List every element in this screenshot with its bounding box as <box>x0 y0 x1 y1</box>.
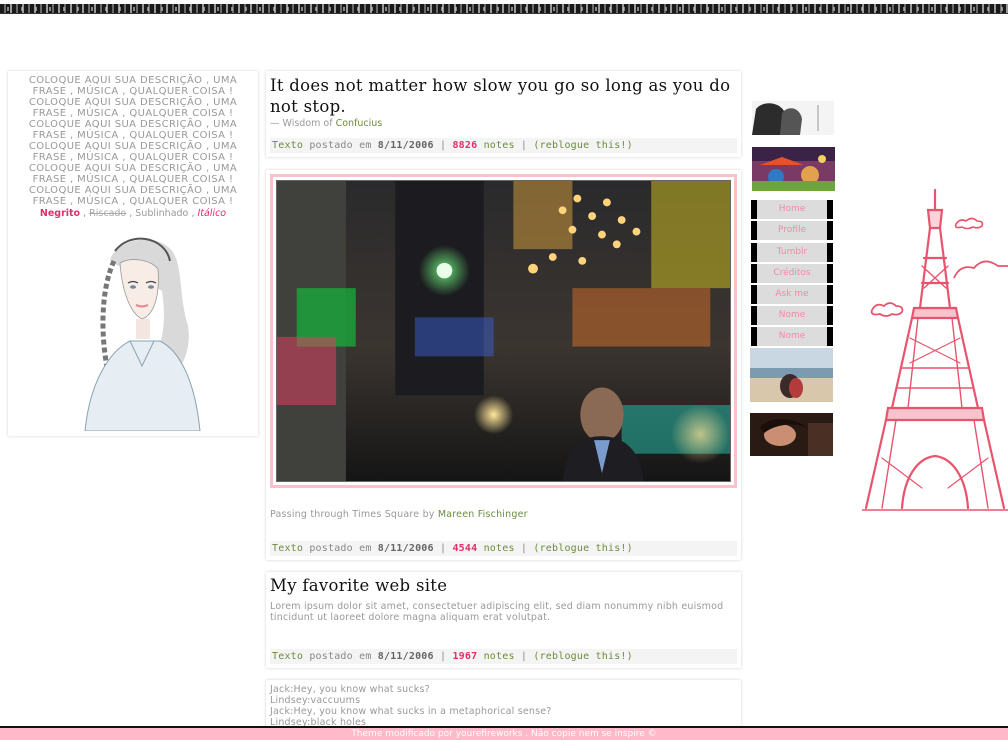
nav-item-creditos[interactable]: Créditos <box>751 264 833 283</box>
notes-count[interactable]: 4544 <box>452 543 477 554</box>
thumb-sleeping-girl[interactable] <box>750 413 833 456</box>
nav-item-nome-1[interactable]: Nome <box>751 306 833 325</box>
nav-item-tumblr[interactable]: Tumblr <box>751 243 833 262</box>
post-type-link[interactable]: Texto <box>272 543 303 554</box>
notes-count[interactable]: 8826 <box>452 140 477 151</box>
separator: , <box>80 208 90 219</box>
thumb-couple-bw[interactable] <box>752 101 834 135</box>
description-line: FRASE , MÚSICA , QUALQUER COISA ! <box>32 86 234 97</box>
notes-link[interactable]: notes <box>484 651 515 662</box>
notes-count[interactable]: 1967 <box>452 651 477 662</box>
nav-item-ask-me[interactable]: Ask me <box>751 285 833 304</box>
notes-link[interactable]: notes <box>484 543 515 554</box>
description-line: FRASE , MÚSICA , QUALQUER COISA ! <box>32 130 234 141</box>
caption-prefix: Passing through Times Square by <box>270 509 438 520</box>
post-meta: Texto postado em 8/11/2006 | 8826 notes … <box>270 138 737 153</box>
post-date: 8/11/2006 <box>377 543 434 554</box>
nav-item-profile[interactable]: Profile <box>751 221 833 240</box>
post-date: 8/11/2006 <box>377 651 434 662</box>
top-lace-border <box>0 4 1008 14</box>
strike-sample: Riscado <box>89 208 127 219</box>
photo-post: Passing through Times Square by Mareen F… <box>266 170 741 560</box>
post-meta: Texto postado em 8/11/2006 | 1967 notes … <box>270 649 737 664</box>
reblog-link[interactable]: (reblogue this!) <box>533 140 633 151</box>
chat-line: Lindsey:vaccuums <box>270 695 361 706</box>
description-line: FRASE , MÚSICA , QUALQUER COISA ! <box>32 196 234 207</box>
sidebar: COLOQUE AQUI SUA DESCRIÇÃO , UMA FRASE ,… <box>8 71 258 436</box>
quote-text: It does not matter how slow you go so lo… <box>270 76 731 116</box>
chat-line: Jack:Hey, you know what sucks in a metap… <box>270 706 552 717</box>
quote-source-prefix: — Wisdom of <box>270 118 336 129</box>
footer-credit: Theme modificado por yourefireworks . Nã… <box>0 726 1008 740</box>
description-line: FRASE , MÚSICA , QUALQUER COISA ! <box>32 174 234 185</box>
nav-item-home[interactable]: Home <box>751 200 833 219</box>
posted-label: postado em <box>303 651 378 662</box>
notes-link[interactable]: notes <box>484 140 515 151</box>
chat-line: Jack:Hey, you know what sucks? <box>270 684 430 695</box>
underline-sample: Sublinhado <box>135 208 189 219</box>
sidebar-description: COLOQUE AQUI SUA DESCRIÇÃO , UMA FRASE ,… <box>16 75 250 207</box>
description-line: COLOQUE AQUI SUA DESCRIÇÃO , UMA <box>28 97 238 108</box>
posted-label: postado em <box>303 140 378 151</box>
reblog-link[interactable]: (reblogue this!) <box>533 543 633 554</box>
separator: , <box>126 208 136 219</box>
quote-source: — Wisdom of Confucius <box>270 118 737 129</box>
post-date: 8/11/2006 <box>377 140 434 151</box>
chat-post: Jack:Hey, you know what sucks? Lindsey:v… <box>266 680 741 730</box>
post-type-link[interactable]: Texto <box>272 140 303 151</box>
description-line: COLOQUE AQUI SUA DESCRIÇÃO , UMA <box>28 119 238 130</box>
quote-post: It does not matter how slow you go so lo… <box>266 71 741 157</box>
description-line: FRASE , MÚSICA , QUALQUER COISA ! <box>32 152 234 163</box>
photo-frame <box>270 174 737 488</box>
text-style-samples: Negrito , Riscado , Sublinhado , Itálico <box>16 208 250 220</box>
description-line: COLOQUE AQUI SUA DESCRIÇÃO , UMA <box>28 185 238 196</box>
description-line: COLOQUE AQUI SUA DESCRIÇÃO , UMA <box>28 75 238 86</box>
posted-label: postado em <box>303 543 378 554</box>
photo-times-square[interactable] <box>276 180 731 482</box>
thumb-beach-couple[interactable] <box>750 348 833 402</box>
reblog-link[interactable]: (reblogue this!) <box>533 651 633 662</box>
italic-sample: Itálico <box>197 208 227 219</box>
description-line: COLOQUE AQUI SUA DESCRIÇÃO , UMA <box>28 141 238 152</box>
sidebar-portrait-illustration <box>84 237 201 431</box>
text-post: My favorite web site Lorem ipsum dolor s… <box>266 572 741 668</box>
photo-caption: Passing through Times Square by Mareen F… <box>270 509 528 520</box>
post-title[interactable]: My favorite web site <box>270 576 737 595</box>
post-body: Lorem ipsum dolor sit amet, consectetuer… <box>270 601 724 623</box>
thumb-cartoon[interactable] <box>752 147 835 191</box>
caption-author-link[interactable]: Mareen Fischinger <box>438 509 528 520</box>
quote-source-link[interactable]: Confucius <box>336 118 383 129</box>
post-type-link[interactable]: Texto <box>272 651 303 662</box>
description-line: COLOQUE AQUI SUA DESCRIÇÃO , UMA <box>28 163 238 174</box>
bold-sample: Negrito <box>39 208 81 219</box>
post-meta: Texto postado em 8/11/2006 | 4544 notes … <box>270 541 737 556</box>
eiffel-tower-illustration <box>862 188 1008 511</box>
description-line: FRASE , MÚSICA , QUALQUER COISA ! <box>32 108 234 119</box>
nav-item-nome-2[interactable]: Nome <box>751 327 833 346</box>
